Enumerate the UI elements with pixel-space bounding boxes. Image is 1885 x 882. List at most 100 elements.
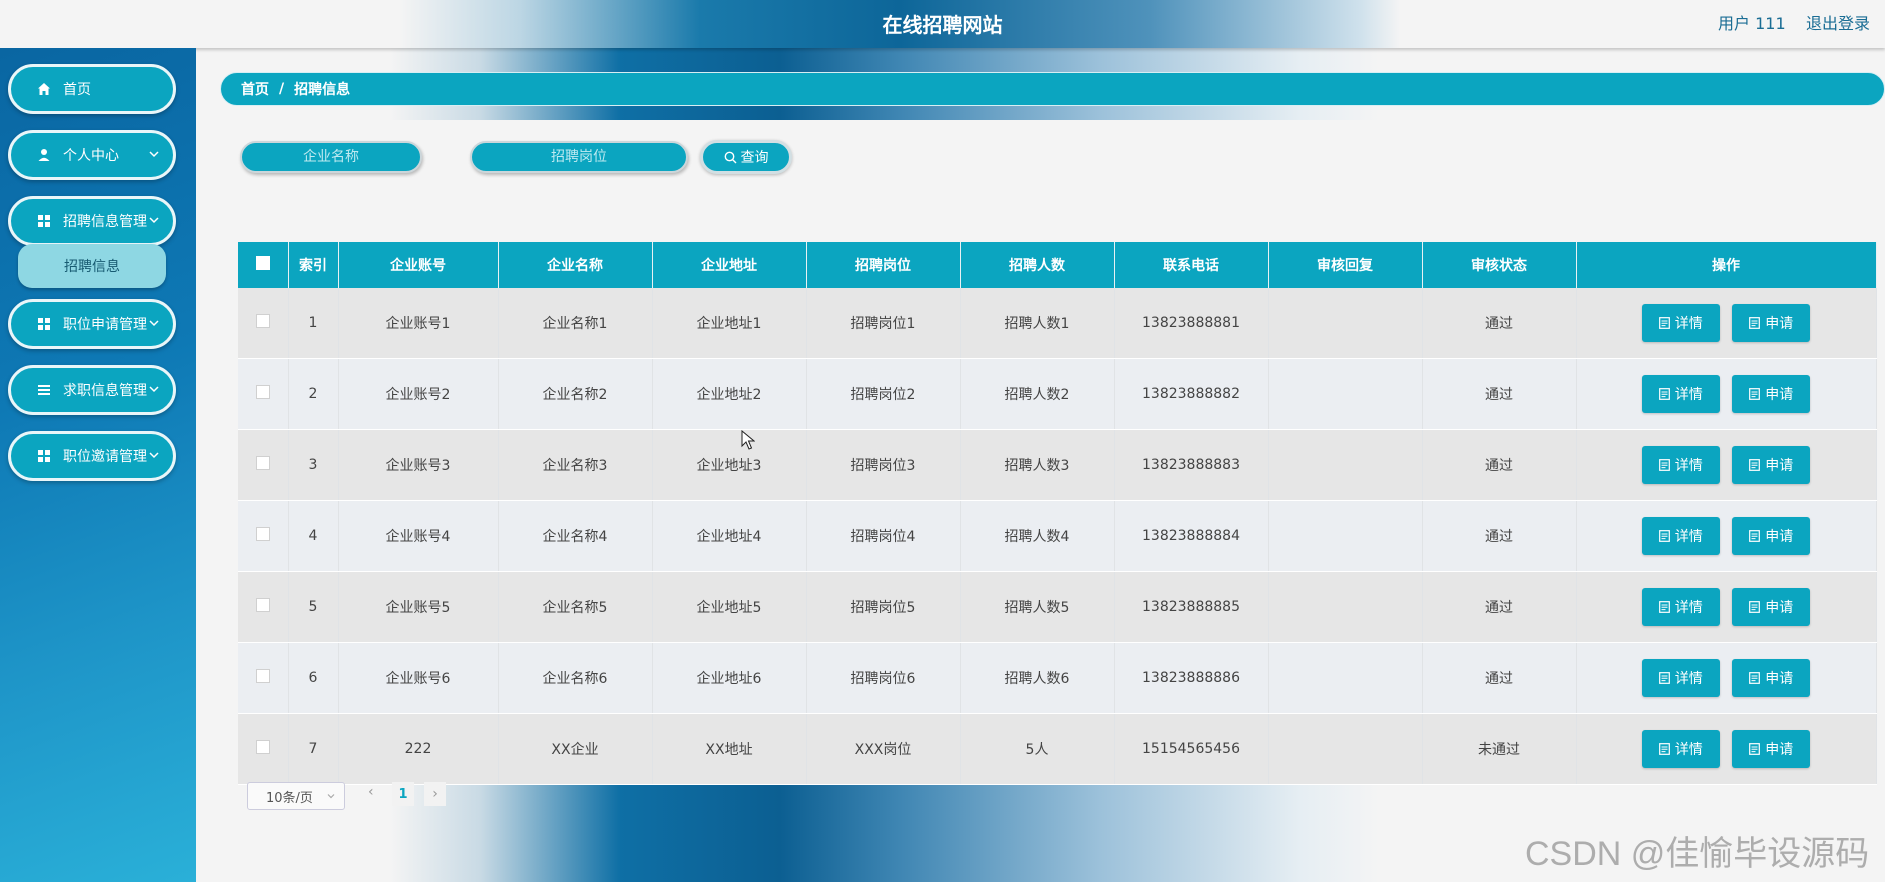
sidebar-item-label: 招聘信息管理 xyxy=(63,214,147,230)
apply-label: 申请 xyxy=(1765,671,1794,687)
next-page-button[interactable]: › xyxy=(424,782,446,806)
document-icon xyxy=(1658,601,1670,613)
document-icon xyxy=(1749,317,1761,329)
apply-button[interactable]: 申请 xyxy=(1732,304,1811,342)
cell-position: 招聘岗位3 xyxy=(806,429,961,501)
row-checkbox[interactable] xyxy=(255,740,270,754)
row-checkbox[interactable] xyxy=(255,598,270,612)
sidebar-item-application-management[interactable]: 职位申请管理 xyxy=(8,299,176,349)
search-icon xyxy=(724,151,736,163)
cell-company-name: 企业名称4 xyxy=(498,500,653,572)
cell-reply xyxy=(1268,713,1423,785)
sidebar-item-label: 职位申请管理 xyxy=(63,317,147,333)
company-name-input[interactable] xyxy=(240,141,422,173)
detail-button[interactable]: 详情 xyxy=(1641,446,1720,484)
query-button[interactable]: 查询 xyxy=(700,140,792,174)
page-size-select[interactable]: 10条/页 xyxy=(247,782,345,810)
sidebar-item-recruitment-management[interactable]: 招聘信息管理 xyxy=(8,196,176,246)
cell-count: 招聘人数5 xyxy=(960,571,1115,643)
header-index: 索引 xyxy=(288,242,339,288)
query-label: 查询 xyxy=(740,150,769,166)
cell-company-name: 企业名称3 xyxy=(498,429,653,501)
cell-position: 招聘岗位5 xyxy=(806,571,961,643)
cell-status: 通过 xyxy=(1422,288,1577,359)
document-icon xyxy=(1749,601,1761,613)
cell-index: 6 xyxy=(288,642,339,714)
apply-button[interactable]: 申请 xyxy=(1732,517,1811,555)
sidebar-item-home[interactable]: 首页 xyxy=(8,64,176,114)
row-checkbox[interactable] xyxy=(255,456,270,470)
row-checkbox[interactable] xyxy=(255,314,270,328)
chevron-down-icon xyxy=(149,217,159,224)
cell-reply xyxy=(1268,642,1423,714)
select-all-checkbox[interactable] xyxy=(255,256,270,270)
apply-button[interactable]: 申请 xyxy=(1732,446,1811,484)
user-name[interactable]: 用户 111 xyxy=(1718,10,1786,34)
cell-company-name: 企业名称5 xyxy=(498,571,653,643)
grid-icon xyxy=(37,214,51,228)
cell-address: 企业地址1 xyxy=(652,288,807,359)
detail-button[interactable]: 详情 xyxy=(1641,659,1720,697)
apply-button[interactable]: 申请 xyxy=(1732,375,1811,413)
detail-button[interactable]: 详情 xyxy=(1641,517,1720,555)
grid-icon xyxy=(37,449,51,463)
cell-reply xyxy=(1268,500,1423,572)
breadcrumb-home[interactable]: 首页 xyxy=(241,79,269,99)
cell-phone: 15154565456 xyxy=(1114,713,1269,785)
row-select-cell xyxy=(238,571,289,643)
document-icon xyxy=(1749,388,1761,400)
header-account: 企业账号 xyxy=(338,242,499,288)
cell-count: 招聘人数6 xyxy=(960,642,1115,714)
detail-label: 详情 xyxy=(1674,742,1703,758)
document-icon xyxy=(1658,672,1670,684)
cell-company-name: 企业名称6 xyxy=(498,642,653,714)
cell-address: 企业地址5 xyxy=(652,571,807,643)
row-checkbox[interactable] xyxy=(255,527,270,541)
row-checkbox[interactable] xyxy=(255,669,270,683)
apply-button[interactable]: 申请 xyxy=(1732,588,1811,626)
sidebar-item-personal-center[interactable]: 个人中心 xyxy=(8,130,176,180)
position-input[interactable] xyxy=(470,141,688,173)
select-all-cell xyxy=(238,242,289,288)
header-status: 审核状态 xyxy=(1422,242,1577,288)
header-address: 企业地址 xyxy=(652,242,807,288)
document-icon xyxy=(1658,459,1670,471)
chevron-down-icon xyxy=(149,320,159,327)
table-row: 1 企业账号1 企业名称1 企业地址1 招聘岗位1 招聘人数1 13823888… xyxy=(238,288,1877,359)
detail-label: 详情 xyxy=(1674,529,1703,545)
page-number-current[interactable]: 1 xyxy=(392,782,414,806)
mouse-cursor-icon xyxy=(741,430,755,450)
cell-reply xyxy=(1268,288,1423,359)
cell-status: 通过 xyxy=(1422,429,1577,501)
cell-count: 招聘人数4 xyxy=(960,500,1115,572)
cell-account: 企业账号2 xyxy=(338,358,499,430)
cell-actions: 详情 申请 xyxy=(1576,571,1877,643)
apply-button[interactable]: 申请 xyxy=(1732,730,1811,768)
detail-button[interactable]: 详情 xyxy=(1641,304,1720,342)
cell-position: XXX岗位 xyxy=(806,713,961,785)
submenu-item-recruitment-info[interactable]: 招聘信息 xyxy=(18,244,166,288)
cell-address: 企业地址3 xyxy=(652,429,807,501)
cell-phone: 13823888883 xyxy=(1114,429,1269,501)
cell-position: 招聘岗位2 xyxy=(806,358,961,430)
header-actions: 操作 xyxy=(1576,242,1877,288)
user-icon xyxy=(37,148,51,162)
cell-account: 企业账号6 xyxy=(338,642,499,714)
cell-actions: 详情 申请 xyxy=(1576,288,1877,359)
cell-company-name: XX企业 xyxy=(498,713,653,785)
sidebar-item-jobseeker-management[interactable]: 求职信息管理 xyxy=(8,365,176,415)
prev-page-button[interactable]: ‹ xyxy=(368,784,382,804)
detail-button[interactable]: 详情 xyxy=(1641,588,1720,626)
sidebar-item-invitation-management[interactable]: 职位邀请管理 xyxy=(8,431,176,481)
detail-button[interactable]: 详情 xyxy=(1641,730,1720,768)
apply-button[interactable]: 申请 xyxy=(1732,659,1811,697)
document-icon xyxy=(1658,743,1670,755)
logout-link[interactable]: 退出登录 xyxy=(1806,10,1870,34)
recruitment-table: 索引 企业账号 企业名称 企业地址 招聘岗位 招聘人数 联系电话 审核回复 审核… xyxy=(238,242,1877,785)
row-checkbox[interactable] xyxy=(255,385,270,399)
site-title: 在线招聘网站 xyxy=(882,13,1003,37)
cell-account: 企业账号3 xyxy=(338,429,499,501)
document-icon xyxy=(1749,530,1761,542)
detail-button[interactable]: 详情 xyxy=(1641,375,1720,413)
detail-label: 详情 xyxy=(1674,600,1703,616)
